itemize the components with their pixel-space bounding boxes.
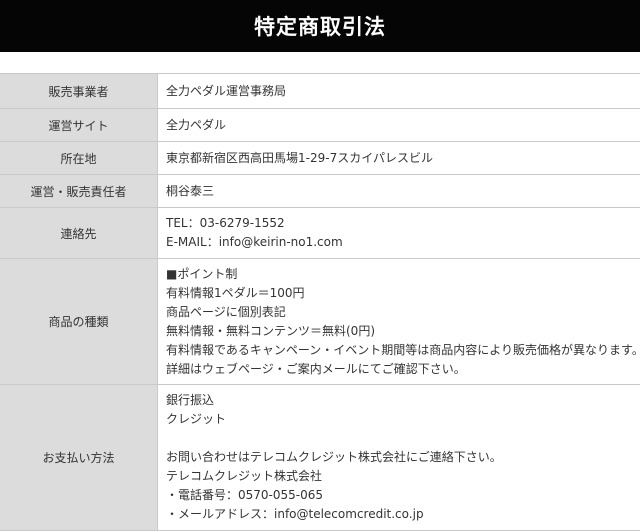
address-label: 所在地: [0, 141, 158, 175]
payment-label: お支払い方法: [0, 384, 158, 531]
row-payment: お支払い方法 銀行振込 クレジット お問い合わせはテレコムクレジット株式会社にご…: [0, 384, 640, 531]
product-types-label: 商品の種類: [0, 258, 158, 385]
payment-line: 銀行振込: [166, 393, 215, 407]
page-title: 特定商取引法: [254, 15, 386, 39]
address-value: 東京都新宿区西高田馬場1-29-7スカイパレスビル: [157, 141, 640, 175]
row-seller: 販売事業者 全力ペダル運営事務局: [0, 73, 640, 109]
payment-value: 銀行振込 クレジット お問い合わせはテレコムクレジット株式会社にご連絡下さい。 …: [157, 384, 640, 531]
product-types-value: ■ポイント制 有料情報1ペダル＝100円 商品ページに個別表記 無料情報・無料コ…: [157, 258, 640, 385]
contact-tel: TEL：03-6279-1552: [166, 216, 285, 230]
contact-value: TEL：03-6279-1552 E-MAIL：info@keirin-no1.…: [157, 207, 640, 259]
site-value: 全力ペダル: [157, 108, 640, 142]
payment-line: テレコムクレジット株式会社: [166, 469, 323, 483]
payment-blank-line: [166, 429, 640, 448]
product-line: 有料情報であるキャンペーン・イベント期間等は商品内容により販売価格が異なります。: [166, 342, 640, 357]
page-header: 特定商取引法: [0, 0, 640, 52]
seller-label: 販売事業者: [0, 73, 158, 109]
row-site: 運営サイト 全力ペダル: [0, 108, 640, 142]
commerce-law-table: 販売事業者 全力ペダル運営事務局 運営サイト 全力ペダル 所在地 東京都新宿区西…: [0, 73, 640, 531]
contact-email: E-MAIL：info@keirin-no1.com: [166, 235, 343, 249]
row-product-types: 商品の種類 ■ポイント制 有料情報1ペダル＝100円 商品ページに個別表記 無料…: [0, 258, 640, 385]
product-line: ■ポイント制: [166, 266, 238, 281]
site-label: 運営サイト: [0, 108, 158, 142]
payment-line: お問い合わせはテレコムクレジット株式会社にご連絡下さい。: [166, 450, 502, 464]
product-line: 詳細はウェブページ・ご案内メールにてご確認下さい。: [166, 361, 466, 376]
seller-value: 全力ペダル運営事務局: [157, 73, 640, 109]
row-manager: 運営・販売責任者 桐谷泰三: [0, 174, 640, 208]
header-spacer: [0, 52, 640, 73]
manager-name: 桐谷泰三: [166, 183, 215, 198]
row-address: 所在地 東京都新宿区西高田馬場1-29-7スカイパレスビル: [0, 141, 640, 175]
manager-label: 運営・販売責任者: [0, 174, 158, 208]
manager-value: 桐谷泰三: [157, 174, 640, 208]
address-text: 東京都新宿区西高田馬場1-29-7スカイパレスビル: [166, 150, 433, 165]
contact-label: 連絡先: [0, 207, 158, 259]
payment-line: ・電話番号：0570-055-065: [166, 488, 324, 502]
site-name: 全力ペダル: [166, 117, 227, 132]
payment-line: ・メールアドレス：info@telecomcredit.co.jp: [166, 507, 424, 521]
seller-name: 全力ペダル運営事務局: [166, 83, 287, 98]
payment-line: クレジット: [166, 412, 227, 426]
row-contact: 連絡先 TEL：03-6279-1552 E-MAIL：info@keirin-…: [0, 207, 640, 259]
product-line: 無料情報・無料コンテンツ＝無料(0円): [166, 323, 375, 338]
product-line: 有料情報1ペダル＝100円: [166, 285, 305, 300]
product-line: 商品ページに個別表記: [166, 304, 286, 319]
